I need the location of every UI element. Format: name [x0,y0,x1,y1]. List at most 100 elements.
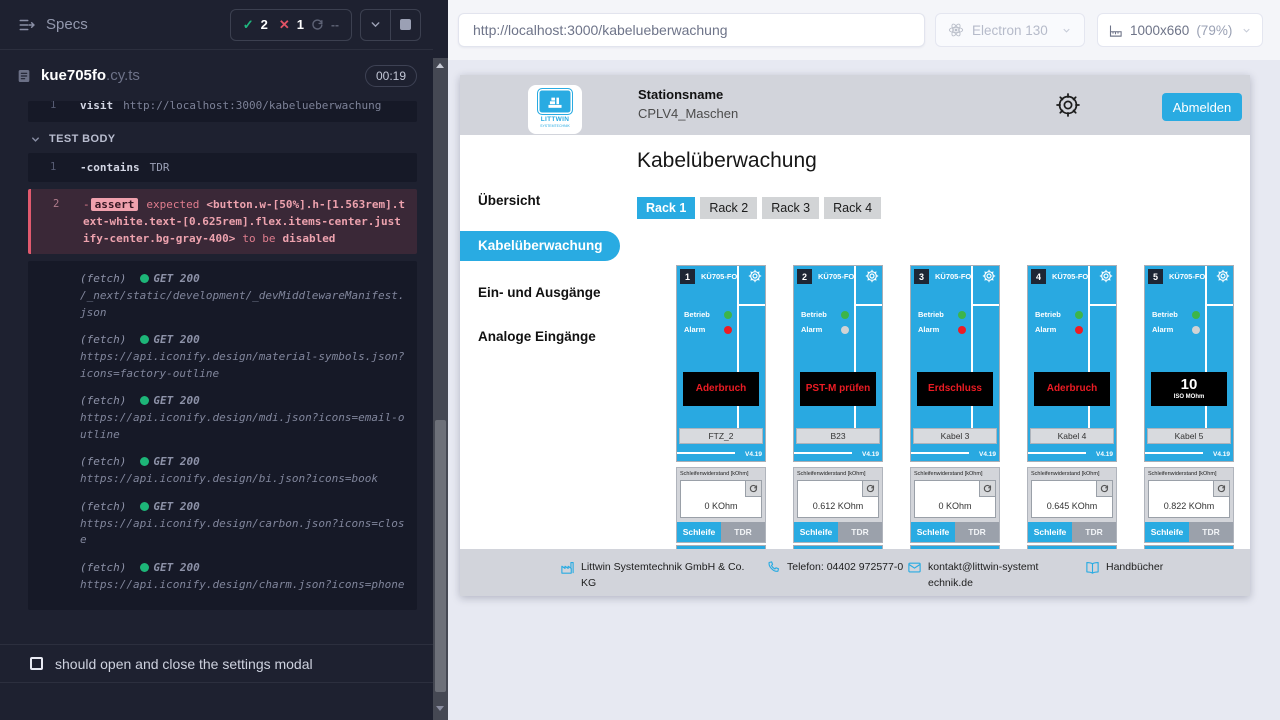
schleife-button[interactable]: Schleife [911,522,955,542]
refresh-icon[interactable] [979,481,995,497]
schleife-button[interactable]: Schleife [794,522,838,542]
spec-file-icon [16,68,32,84]
collapse-button[interactable] [361,10,390,40]
fetch-url: https://api.iconify.design/charm.json?ic… [80,577,407,594]
status-text: Erdschluss [928,383,982,395]
scroll-up-arrow-icon[interactable] [436,63,444,68]
fetch-log-entry[interactable]: (fetch)GET 200 /_next/static/development… [28,271,407,321]
rack-tab[interactable]: Rack 4 [824,197,881,219]
device-card: 4 KÜ705-FO Betrieb [1027,265,1117,553]
command-assert-failed[interactable]: 2-assertexpected<button.w-[50%].h-[1.563… [28,189,417,254]
station-value: CPLV4_Maschen [638,106,738,121]
alarm-label: Alarm [684,325,705,334]
viewport-size: 1000x660 [1130,23,1189,38]
footer-phone[interactable]: Telefon: 04402 972577-0 [766,559,909,575]
fetch-log-entry[interactable]: (fetch)GET 200 https://api.iconify.desig… [28,454,407,488]
device-model: KÜ705-FO [1052,272,1088,281]
refresh-icon[interactable] [862,481,878,497]
fetch-url: /_next/static/development/_devMiddleware… [80,288,407,321]
refresh-icon[interactable] [745,481,761,497]
schleife-button[interactable]: Schleife [677,522,721,542]
betrieb-label: Betrieb [918,310,944,319]
divider [973,304,999,306]
resistance-label: Schleifenwiderstand [kOhm] [794,468,882,477]
passed-count: 2 [261,17,268,32]
rack-tab[interactable]: Rack 2 [700,197,757,219]
slot-number: 2 [797,269,812,284]
url-input[interactable] [458,13,925,47]
loop-resistance-panel: Schleifenwiderstand [kOhm] 0.822 KOhm Sc… [1144,467,1234,543]
viewport-size-select[interactable]: 1000x660 (79%) [1097,13,1263,47]
assert-badge: assert [91,198,139,211]
card-settings-gear-icon[interactable] [865,269,879,283]
fetch-log-entry[interactable]: (fetch)GET 200 https://api.iconify.desig… [28,499,407,549]
tdr-button-disabled[interactable]: TDR [838,522,882,542]
spec-extension: .cy.ts [106,67,140,84]
fetch-log-entry[interactable]: (fetch)GET 200 https://api.iconify.desig… [28,393,407,443]
tdr-button-disabled[interactable]: TDR [721,522,765,542]
status-text: 10 [1181,377,1198,393]
card-settings-gear-icon[interactable] [1216,269,1230,283]
spec-file-row[interactable]: kue705fo.cy.ts 00:19 [0,50,433,99]
viewport-zoom: (79%) [1196,23,1232,38]
settings-gear-icon[interactable] [1054,91,1082,119]
cypress-reporter: Specs ✓ 2 ✕ 1 -- kue705fo.cy.ts 00:19 [0,0,433,720]
scroll-down-arrow-icon[interactable] [436,706,444,711]
slot-number: 5 [1148,269,1163,284]
tdr-button-disabled[interactable]: TDR [1072,522,1116,542]
run-stats[interactable]: ✓ 2 ✕ 1 -- [230,9,352,41]
resistance-readout: 0 KOhm [914,480,996,518]
refresh-icon[interactable] [1213,481,1229,497]
device-card: 2 KÜ705-FO Betrieb [793,265,883,553]
card-settings-gear-icon[interactable] [1099,269,1113,283]
device-card: 5 KÜ705-FO Betrieb [1144,265,1234,553]
resistance-readout: 0.645 KOhm [1031,480,1113,518]
cable-name: Kabel 3 [913,428,997,444]
schleife-button[interactable]: Schleife [1145,522,1189,542]
stop-icon [400,19,411,30]
logout-button[interactable]: Abmelden [1162,93,1242,121]
fetch-log-entry[interactable]: (fetch)GET 200 https://api.iconify.desig… [28,560,407,594]
pending-test-icon [30,657,43,670]
sidebar-item-uebersicht[interactable]: Übersicht [478,193,540,208]
resistance-value: 0 KOhm [681,501,761,511]
device-model: KÜ705-FO [701,272,737,281]
tdr-button-disabled[interactable]: TDR [955,522,999,542]
tdr-button-disabled[interactable]: TDR [1189,522,1233,542]
reporter-scrollbar[interactable] [433,0,448,720]
scrollbar-thumb[interactable] [435,420,446,692]
sidebar-item-kabelueberwachung-active[interactable]: Kabelüberwachung [460,231,620,261]
command-contains[interactable]: 1-containsTDR [28,153,417,182]
rack-tab[interactable]: Rack 3 [762,197,819,219]
slot-number: 1 [680,269,695,284]
divider [677,452,735,454]
stop-button[interactable] [390,10,420,40]
specs-menu-icon[interactable] [18,16,36,34]
sidebar-item-ein-und-ausgaenge[interactable]: Ein- und Ausgänge [478,285,601,300]
card-settings-gear-icon[interactable] [748,269,762,283]
fetch-url: https://api.iconify.design/mdi.json?icon… [80,410,407,443]
station-label: Stationsname [638,87,738,102]
phone-icon [766,560,781,575]
app-main: Kabelüberwachung Rack 1 Rack 2 Rack 3 Ra… [620,135,1250,549]
pending-test[interactable]: should open and close the settings modal [0,644,433,683]
firmware-version: V4.19 [1213,451,1230,458]
footer-email[interactable]: kontakt@littwin-systemtechnik.de [907,559,1040,592]
failed-count: 1 [297,17,304,32]
alarm-label: Alarm [918,325,939,334]
test-body-section[interactable]: TEST BODY [30,133,417,145]
command-visit[interactable]: 1visithttp://localhost:3000/kabelueberwa… [28,101,417,122]
refresh-icon[interactable] [1096,481,1112,497]
rack-tab[interactable]: Rack 1 [637,197,695,219]
page-title: Kabelüberwachung [637,149,817,173]
sidebar-item-analoge-eingaenge[interactable]: Analoge Eingänge [478,329,596,344]
schleife-button[interactable]: Schleife [1028,522,1072,542]
alarm-led [1075,326,1083,334]
betrieb-led [1075,311,1083,319]
card-settings-gear-icon[interactable] [982,269,996,283]
stage-toolbar: Electron 130 1000x660 (79%) [448,0,1280,60]
status-ok-dot [140,335,149,344]
footer-manuals[interactable]: Handbücher [1085,559,1163,575]
browser-select[interactable]: Electron 130 [935,13,1085,47]
fetch-log-entry[interactable]: (fetch)GET 200 https://api.iconify.desig… [28,332,407,382]
